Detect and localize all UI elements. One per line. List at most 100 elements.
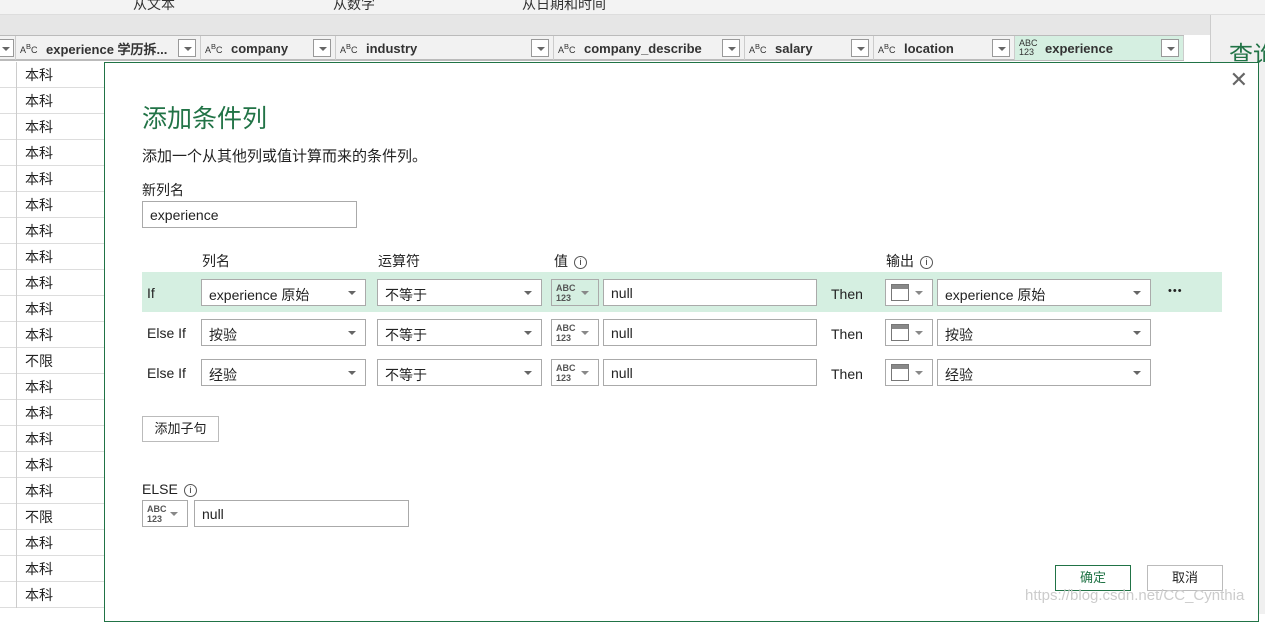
table-row[interactable]: 本科 bbox=[0, 426, 104, 452]
column-name: salary bbox=[775, 40, 813, 56]
text-type-icon: ABC bbox=[878, 41, 896, 55]
table-row[interactable]: 本科 bbox=[0, 270, 104, 296]
table-row[interactable]: 本科 bbox=[0, 374, 104, 400]
cell-value: 不限 bbox=[25, 353, 53, 369]
cell-value: 本科 bbox=[25, 405, 53, 421]
close-icon[interactable]: ✕ bbox=[1230, 67, 1248, 93]
clause-output-type-selector[interactable] bbox=[885, 359, 933, 386]
clause-output-type-selector[interactable] bbox=[885, 279, 933, 306]
clause-output-select[interactable]: 按验 bbox=[937, 319, 1151, 346]
clause-operator-select[interactable]: 不等于 bbox=[377, 319, 542, 346]
else-label: ELSE i bbox=[142, 481, 197, 497]
info-icon[interactable]: i bbox=[183, 483, 197, 497]
column-name: company_describe bbox=[584, 40, 702, 56]
clause-value-input[interactable]: null bbox=[603, 319, 817, 346]
column-name-header: 列名 bbox=[202, 253, 230, 269]
any-type-icon: ABC 123 bbox=[147, 504, 167, 524]
info-icon[interactable]: i bbox=[920, 255, 933, 269]
filter-dropdown[interactable] bbox=[1161, 39, 1179, 57]
then-label: Then bbox=[831, 366, 863, 382]
table-row[interactable]: 本科 bbox=[0, 582, 104, 608]
table-row[interactable]: 不限 bbox=[0, 348, 104, 374]
table-row[interactable]: 本科 bbox=[0, 296, 104, 322]
add-clause-button[interactable]: 添加子句 bbox=[142, 416, 219, 442]
clause-operator-select[interactable]: 不等于 bbox=[377, 279, 542, 306]
table-row[interactable]: 本科 bbox=[0, 556, 104, 582]
new-column-name-input[interactable]: experience bbox=[142, 201, 357, 228]
table-row[interactable]: 本科 bbox=[0, 166, 104, 192]
clause-value-type-selector[interactable]: ABC 123 bbox=[551, 279, 599, 306]
table-row[interactable]: 本科 bbox=[0, 478, 104, 504]
new-column-label: 新列名 bbox=[142, 182, 184, 198]
column-header[interactable]: ABC company bbox=[201, 36, 336, 60]
column-name: company bbox=[231, 40, 289, 56]
cell-value: 本科 bbox=[25, 535, 53, 551]
column-name: experience bbox=[1045, 40, 1113, 56]
column-header-selected[interactable]: ABC 123 experience bbox=[1015, 36, 1184, 60]
cell-value: 本科 bbox=[25, 561, 53, 577]
filter-dropdown[interactable] bbox=[851, 39, 869, 57]
column-header[interactable]: ABC company_describe bbox=[554, 36, 745, 60]
table-row[interactable]: 本科 bbox=[0, 244, 104, 270]
more-options-icon[interactable]: ••• bbox=[1168, 285, 1183, 297]
filter-dropdown[interactable] bbox=[531, 39, 549, 57]
table-row[interactable]: 本科 bbox=[0, 400, 104, 426]
toolbar-strip bbox=[0, 15, 1210, 35]
clause-value-type-selector[interactable]: ABC 123 bbox=[551, 359, 599, 386]
clause-output-select[interactable]: experience 原始 bbox=[937, 279, 1151, 306]
then-label: Then bbox=[831, 326, 863, 342]
column-icon bbox=[891, 284, 909, 301]
else-value-input[interactable]: null bbox=[194, 500, 409, 527]
then-label: Then bbox=[831, 286, 863, 302]
column-icon bbox=[891, 324, 909, 341]
operator-header: 运算符 bbox=[378, 253, 420, 269]
table-row[interactable]: 本科 bbox=[0, 452, 104, 478]
clause-output-type-selector[interactable] bbox=[885, 319, 933, 346]
ribbon-from-text[interactable]: 从文本 bbox=[133, 0, 175, 14]
else-label-text: ELSE bbox=[142, 481, 178, 497]
table-row[interactable]: 本科 bbox=[0, 62, 104, 88]
filter-dropdown[interactable] bbox=[992, 39, 1010, 57]
column-header[interactable]: ABC location bbox=[874, 36, 1015, 60]
clause-column-select[interactable]: 按验 bbox=[201, 319, 366, 346]
text-type-icon: ABC bbox=[749, 41, 767, 55]
cell-value: 本科 bbox=[25, 67, 53, 83]
cell-value: 本科 bbox=[25, 483, 53, 499]
column-name: location bbox=[904, 40, 954, 56]
table-row[interactable]: 本科 bbox=[0, 114, 104, 140]
any-type-icon: ABC 123 bbox=[1019, 38, 1038, 57]
column-header[interactable]: ABC salary bbox=[745, 36, 874, 60]
filter-dropdown[interactable] bbox=[178, 39, 196, 57]
clause-value-type-selector[interactable]: ABC 123 bbox=[551, 319, 599, 346]
text-type-icon: ABC bbox=[205, 41, 223, 55]
cell-value: 本科 bbox=[25, 301, 53, 317]
table-row[interactable]: 不限 bbox=[0, 504, 104, 530]
else-type-selector[interactable]: ABC 123 bbox=[142, 500, 188, 527]
column-headers: ABC experience 学历拆... ABC company ABC indus… bbox=[0, 35, 1184, 61]
clause-value-input[interactable]: null bbox=[603, 359, 817, 386]
filter-dropdown[interactable] bbox=[313, 39, 331, 57]
cell-value: 本科 bbox=[25, 119, 53, 135]
table-row[interactable]: 本科 bbox=[0, 140, 104, 166]
table-row[interactable]: 本科 bbox=[0, 322, 104, 348]
column-header[interactable]: ABC industry bbox=[336, 36, 554, 60]
cell-value: 本科 bbox=[25, 379, 53, 395]
table-row[interactable]: 本科 bbox=[0, 218, 104, 244]
filter-dropdown[interactable] bbox=[722, 39, 740, 57]
clause-operator-select[interactable]: 不等于 bbox=[377, 359, 542, 386]
table-row[interactable]: 本科 bbox=[0, 530, 104, 556]
clause-column-select[interactable]: experience 原始 bbox=[201, 279, 366, 306]
column-header-prev[interactable] bbox=[0, 36, 16, 60]
column-name: industry bbox=[366, 40, 418, 56]
clause-value-input[interactable]: null bbox=[603, 279, 817, 306]
info-icon[interactable]: i bbox=[574, 255, 587, 269]
table-row[interactable]: 本科 bbox=[0, 88, 104, 114]
cell-value: 本科 bbox=[25, 327, 53, 343]
clause-column-select[interactable]: 经验 bbox=[201, 359, 366, 386]
clause-output-select[interactable]: 经验 bbox=[937, 359, 1151, 386]
table-row[interactable]: 本科 bbox=[0, 192, 104, 218]
ribbon-from-number[interactable]: 从数字 bbox=[333, 0, 375, 14]
column-header[interactable]: ABC experience 学历拆... bbox=[16, 36, 201, 60]
clause-kind: Else If bbox=[147, 325, 186, 341]
ribbon-from-datetime[interactable]: 从日期和时间 bbox=[522, 0, 606, 14]
